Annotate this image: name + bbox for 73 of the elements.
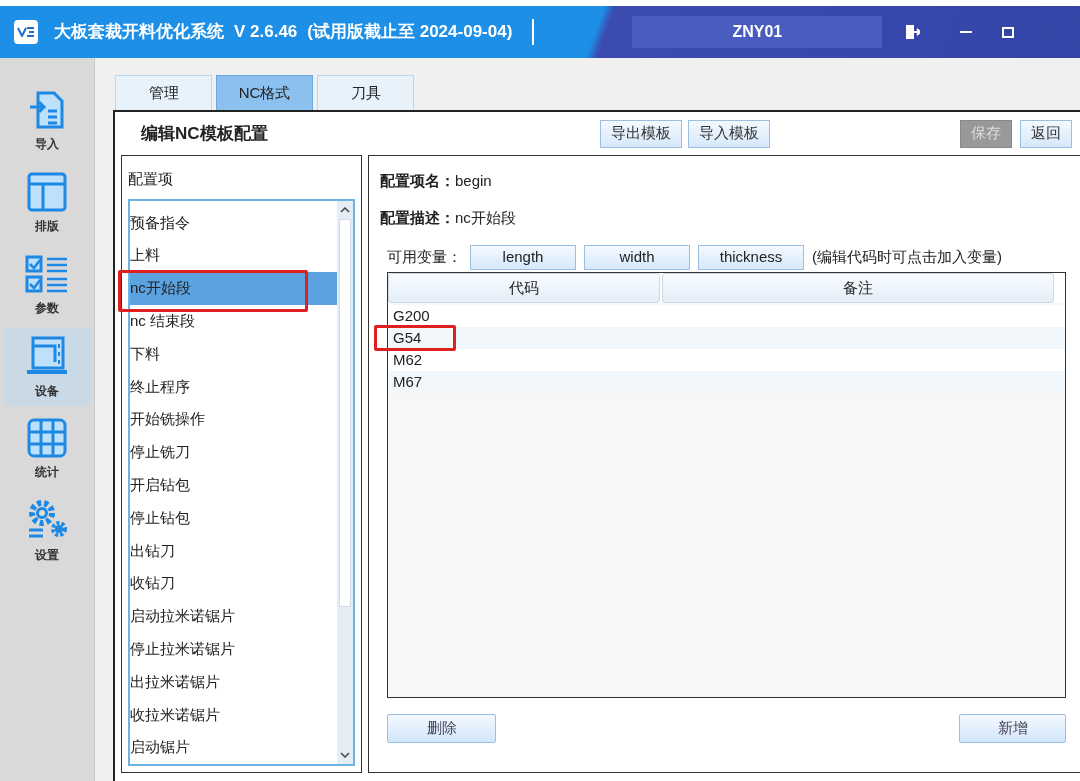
- code-cell-text: M62: [393, 349, 423, 370]
- sidebar-label: 设置: [35, 547, 59, 564]
- panel-title: 编辑NC模板配置: [141, 122, 268, 145]
- layout-grid-icon: [26, 171, 68, 213]
- list-item[interactable]: 停止拉米诺锯片: [130, 632, 337, 666]
- tab[interactable]: NC格式: [216, 75, 313, 110]
- table-icon: [26, 417, 68, 459]
- sidebar-item[interactable]: 设备: [3, 328, 91, 406]
- variable-button[interactable]: thickness: [698, 245, 804, 270]
- variable-button[interactable]: length: [470, 245, 576, 270]
- list-item[interactable]: 收拉米诺锯片: [130, 698, 337, 732]
- list-item[interactable]: nc 结束段: [130, 304, 337, 338]
- field-label: 配置描述：: [380, 207, 455, 228]
- maximize-icon[interactable]: [1002, 26, 1015, 38]
- sidebar-label: 参数: [35, 300, 59, 317]
- tab[interactable]: 刀具: [317, 75, 414, 110]
- add-button[interactable]: 新增: [959, 714, 1066, 743]
- logout-icon[interactable]: [904, 24, 921, 40]
- list-item[interactable]: 下料: [130, 337, 337, 371]
- toolbar-button[interactable]: 导入模板: [688, 119, 770, 148]
- delete-button[interactable]: 删除: [387, 714, 496, 743]
- list-item[interactable]: 开启钻包: [130, 468, 337, 502]
- code-cell-text: G200: [393, 305, 430, 326]
- sidebar-label: 排版: [35, 218, 59, 235]
- list-item[interactable]: 预备指令: [130, 206, 337, 240]
- toolbar-button[interactable]: 导出模板: [600, 119, 682, 148]
- list-item[interactable]: 启动锯片: [130, 731, 337, 765]
- sidebar-label: 统计: [35, 464, 59, 481]
- sidebar-item[interactable]: 导入: [3, 82, 91, 160]
- app-logo-icon: [14, 20, 38, 44]
- column-header[interactable]: 代码: [388, 273, 660, 303]
- scroll-thumb[interactable]: [339, 218, 351, 607]
- list-item[interactable]: 停止钻包: [130, 501, 337, 535]
- table-row[interactable]: M67: [388, 371, 1065, 393]
- checklist-icon: [24, 253, 70, 295]
- sidebar-item[interactable]: 统计: [3, 410, 91, 488]
- table-row[interactable]: M62: [388, 349, 1065, 371]
- table-row[interactable]: G200: [388, 305, 1065, 327]
- variables-label: 可用变量：: [387, 247, 462, 268]
- code-cell-text: G54: [393, 327, 422, 348]
- field-value: begin: [455, 170, 492, 191]
- column-header[interactable]: 备注: [662, 273, 1054, 303]
- user-field: ZNY01: [632, 16, 883, 48]
- field-value: nc开始段: [455, 207, 516, 228]
- table-row[interactable]: G54: [388, 327, 1065, 349]
- list-item[interactable]: 启动拉米诺锯片: [130, 600, 337, 633]
- sidebar-item[interactable]: 排版: [3, 164, 91, 242]
- list-item[interactable]: 收钻刀: [130, 567, 337, 601]
- sidebar-label: 设备: [35, 383, 59, 400]
- variables-hint: (编辑代码时可点击加入变量): [812, 247, 1002, 268]
- window-title: 大板套裁开料优化系统: [54, 21, 224, 44]
- toolbar-button[interactable]: 返回: [1020, 119, 1072, 148]
- sidebar-label: 导入: [35, 136, 59, 153]
- list-item[interactable]: 出钻刀: [130, 534, 337, 568]
- list-item[interactable]: 终止程序: [130, 370, 337, 404]
- list-heading: 配置项: [128, 169, 174, 189]
- field-label: 配置项名：: [380, 170, 455, 191]
- variable-button[interactable]: width: [584, 245, 690, 270]
- trial-notice: (试用版截止至 2024-09-04): [307, 21, 513, 44]
- sidebar-item[interactable]: 设置: [3, 492, 91, 570]
- scrollbar[interactable]: [337, 200, 353, 765]
- list-item[interactable]: 停止铣刀: [130, 436, 337, 469]
- list-item[interactable]: 出拉米诺锯片: [130, 665, 337, 699]
- list-item[interactable]: 上料: [130, 239, 337, 273]
- sidebar-item[interactable]: 参数: [3, 246, 91, 324]
- app-version: V 2.6.46: [234, 21, 298, 44]
- tab[interactable]: 管理: [115, 75, 212, 110]
- scroll-up-icon[interactable]: [340, 206, 350, 213]
- minimize-icon[interactable]: [960, 31, 973, 33]
- list-item[interactable]: nc开始段: [130, 272, 337, 305]
- list-item[interactable]: 开始铣操作: [130, 403, 337, 437]
- code-cell-text: M67: [393, 371, 423, 392]
- scroll-down-icon[interactable]: [340, 752, 350, 759]
